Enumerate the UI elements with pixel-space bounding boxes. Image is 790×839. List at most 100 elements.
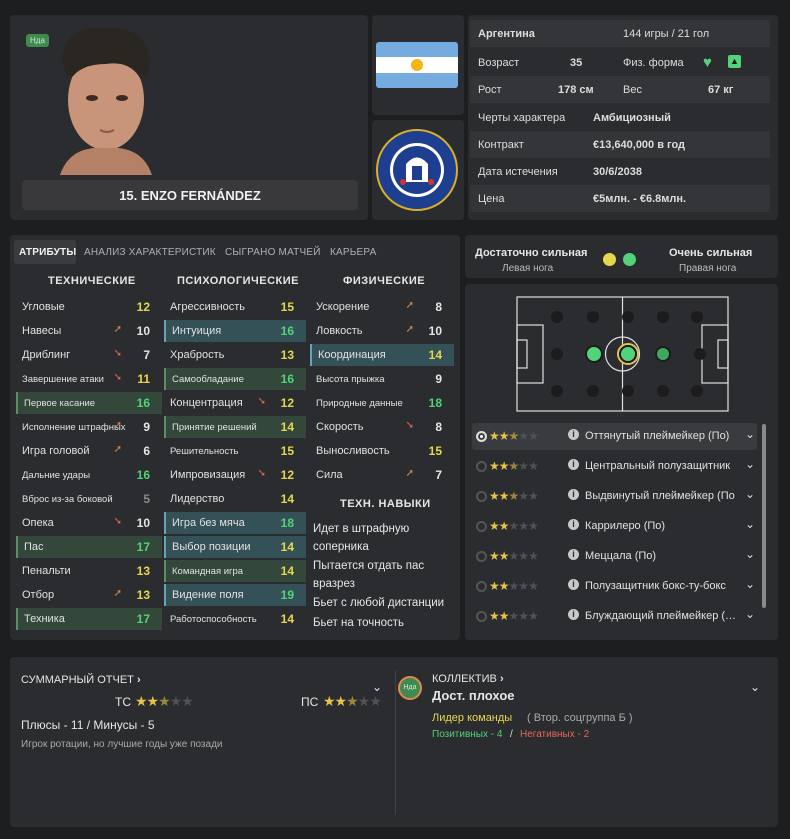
attribute-row[interactable]: Принятие решений 14 bbox=[164, 416, 306, 438]
left-foot-level: Достаточно сильная bbox=[475, 247, 588, 259]
attribute-name: Игра без мяча bbox=[172, 517, 245, 529]
chevron-down-icon[interactable]: ⌄ bbox=[745, 457, 755, 471]
role-item[interactable]: ★★★★★ i Выдвинутый плеймейкер (По) ⌄ bbox=[472, 483, 757, 510]
chevron-down-icon[interactable]: ⌄ bbox=[745, 517, 755, 531]
tab-analysis[interactable]: АНАЛИЗ ХАРАКТЕРИСТИК bbox=[84, 247, 216, 258]
attribute-value: 8 bbox=[435, 300, 442, 314]
radio-button[interactable] bbox=[476, 611, 487, 622]
attribute-row[interactable]: Работоспособность 14 bbox=[164, 608, 306, 630]
attribute-name: Навесы bbox=[22, 325, 62, 337]
role-item[interactable]: ★★★★★ i Меццала (По) ⌄ bbox=[472, 543, 757, 570]
attribute-row[interactable]: Агрессивность 15 bbox=[164, 296, 306, 318]
attribute-value: 14 bbox=[428, 348, 442, 362]
attribute-row[interactable]: Выбор позиции 14 bbox=[164, 536, 306, 558]
attribute-row[interactable]: Концентрация 12 ➘ bbox=[164, 392, 306, 414]
role-item[interactable]: ★★★★★ i Блуждающий плеймейкер (… ⌄ bbox=[472, 603, 757, 630]
chevron-down-icon[interactable]: ⌄ bbox=[745, 427, 755, 441]
attribute-row[interactable]: Интуиция 16 bbox=[164, 320, 306, 342]
role-item[interactable]: ★★★★★ i Каррилеро (По) ⌄ bbox=[472, 513, 757, 540]
chevron-down-icon[interactable]: ⌄ bbox=[745, 487, 755, 501]
info-icon[interactable]: i bbox=[568, 549, 579, 560]
attribute-value: 13 bbox=[280, 348, 294, 362]
chevron-down-icon[interactable]: ⌄ bbox=[750, 680, 760, 694]
attribute-row[interactable]: Координация 14 bbox=[310, 344, 454, 366]
personality-value: Амбициозный bbox=[593, 112, 671, 124]
attribute-row[interactable]: Игра головой 6 ➚ bbox=[16, 440, 162, 462]
attribute-row[interactable]: Выносливость 15 bbox=[310, 440, 454, 462]
tab-matches[interactable]: СЫГРАНО МАТЧЕЙ bbox=[225, 247, 321, 258]
info-icon[interactable]: i bbox=[568, 519, 579, 530]
chevron-down-icon[interactable]: ⌄ bbox=[372, 680, 382, 694]
radio-button[interactable] bbox=[476, 461, 487, 472]
attribute-row[interactable]: Храбрость 13 bbox=[164, 344, 306, 366]
arrow-up-icon: ➚ bbox=[113, 444, 122, 455]
radio-button[interactable] bbox=[476, 551, 487, 562]
attribute-row[interactable]: Видение поля 19 bbox=[164, 584, 306, 606]
attribute-row[interactable]: Угловые 12 bbox=[16, 296, 162, 318]
attribute-row[interactable]: Отбор 13 ➚ bbox=[16, 584, 162, 606]
attribute-row[interactable]: Импровизация 12 ➘ bbox=[164, 464, 306, 486]
star-icon: ★ bbox=[498, 549, 510, 563]
radio-button[interactable] bbox=[476, 581, 487, 592]
attribute-row[interactable]: Вброс из-за боковой 5 bbox=[16, 488, 162, 510]
attribute-row[interactable]: Скорость 8 ➘ bbox=[310, 416, 454, 438]
role-item[interactable]: ★★★★★ i Полузащитник бокс-ту-бокс ⌄ bbox=[472, 573, 757, 600]
attribute-row[interactable]: Командная игра 14 bbox=[164, 560, 306, 582]
info-icon[interactable]: i bbox=[568, 579, 579, 590]
role-item[interactable]: ★★★★★ i Оттянутый плеймейкер (По) ⌄ bbox=[472, 423, 757, 450]
expiry-value: 30/6/2038 bbox=[593, 166, 642, 178]
roles-scrollbar[interactable] bbox=[762, 424, 766, 608]
expiry-label: Дата истечения bbox=[478, 166, 558, 178]
info-icon[interactable]: i bbox=[568, 489, 579, 500]
tab-attributes[interactable]: АТРИБУТЫ bbox=[19, 247, 76, 258]
chevron-down-icon[interactable]: ⌄ bbox=[745, 547, 755, 561]
attribute-value: 10 bbox=[136, 324, 150, 338]
attribute-row[interactable]: Лидерство 14 bbox=[164, 488, 306, 510]
chevron-down-icon[interactable]: ⌄ bbox=[745, 607, 755, 621]
attribute-row[interactable]: Ускорение 8 ➚ bbox=[310, 296, 454, 318]
attribute-name: Отбор bbox=[22, 589, 55, 601]
radio-button[interactable] bbox=[476, 521, 487, 532]
chevron-right-icon: › bbox=[136, 674, 141, 686]
info-icon[interactable]: i bbox=[568, 609, 579, 620]
attribute-value: 17 bbox=[136, 540, 150, 554]
info-icon[interactable]: i bbox=[568, 459, 579, 470]
attribute-name: Пас bbox=[24, 541, 44, 553]
attribute-row[interactable]: Пенальти 13 bbox=[16, 560, 162, 582]
attribute-row[interactable]: Сила 7 ➚ bbox=[310, 464, 454, 486]
attribute-row[interactable]: Высота прыжка 9 bbox=[310, 368, 454, 390]
attribute-row[interactable]: Природные данные 18 bbox=[310, 392, 454, 414]
attribute-row[interactable]: Ловкость 10 ➚ bbox=[310, 320, 454, 342]
arrow-down-icon: ➘ bbox=[257, 468, 266, 479]
contract-label: Контракт bbox=[478, 139, 524, 151]
player-name: 15. ENZO FERNÁNDEZ bbox=[119, 188, 261, 203]
tab-career[interactable]: КАРЬЕРА bbox=[330, 247, 376, 258]
attribute-row[interactable]: Первое касание 16 bbox=[16, 392, 162, 414]
attribute-row[interactable]: Игра без мяча 18 bbox=[164, 512, 306, 534]
attribute-name: Высота прыжка bbox=[316, 374, 385, 385]
social-group: ( Втор. соцгруппа Б ) bbox=[527, 712, 633, 724]
radio-button[interactable] bbox=[476, 431, 487, 442]
chevron-down-icon[interactable]: ⌄ bbox=[745, 577, 755, 591]
collective-title[interactable]: КОЛЛЕКТИВ › bbox=[432, 673, 504, 685]
attribute-row[interactable]: Техника 17 bbox=[16, 608, 162, 630]
attribute-row[interactable]: Опека 10 ➘ bbox=[16, 512, 162, 534]
attribute-row[interactable]: Дриблинг 7 ➘ bbox=[16, 344, 162, 366]
role-name: Оттянутый плеймейкер (По) bbox=[585, 430, 730, 442]
argentina-flag-icon bbox=[376, 42, 458, 88]
attribute-row[interactable]: Навесы 10 ➚ bbox=[16, 320, 162, 342]
attribute-name: Храбрость bbox=[170, 349, 225, 361]
summary-title[interactable]: СУММАРНЫЙ ОТЧЕТ › bbox=[21, 674, 141, 686]
attribute-row[interactable]: Решительность 15 bbox=[164, 440, 306, 462]
role-item[interactable]: ★★★★★ i Центральный полузащитник ⌄ bbox=[472, 453, 757, 480]
radio-button[interactable] bbox=[476, 491, 487, 502]
skill-item: Бьет на точность bbox=[313, 617, 404, 629]
attribute-row[interactable]: Завершение атаки 11 ➘ bbox=[16, 368, 162, 390]
attribute-row[interactable]: Дальние удары 16 bbox=[16, 464, 162, 486]
info-icon[interactable]: i bbox=[568, 429, 579, 440]
attribute-value: 9 bbox=[435, 372, 442, 386]
attribute-name: Дриблинг bbox=[22, 349, 71, 361]
attribute-row[interactable]: Пас 17 bbox=[16, 536, 162, 558]
attribute-row[interactable]: Самообладание 16 bbox=[164, 368, 306, 390]
attribute-row[interactable]: Исполнение штрафных 9 ➚ bbox=[16, 416, 162, 438]
